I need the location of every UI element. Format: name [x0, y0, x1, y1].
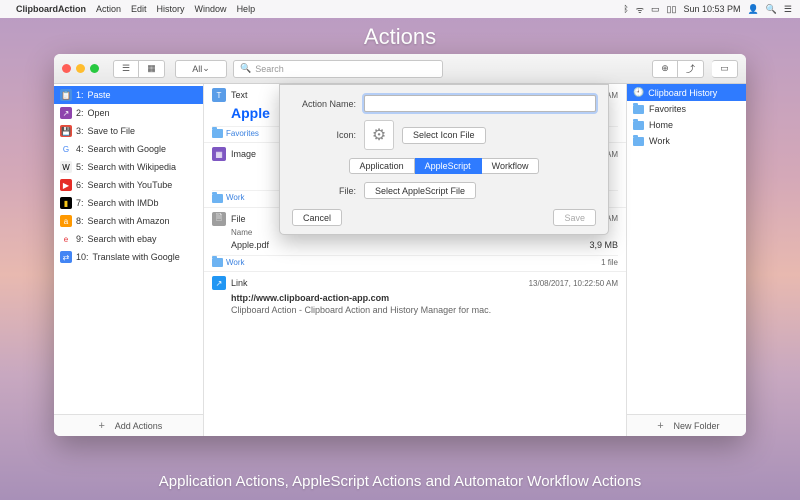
grid-view-icon[interactable]: ▦ [139, 60, 165, 78]
action-icon: 📋 [60, 89, 72, 101]
sidebar-action-item[interactable]: ▮7:Search with IMDb [54, 194, 203, 212]
icon-label: Icon: [292, 130, 356, 140]
app-window: ☰ ▦ All ⌄ 🔍 Search ⊕ ⤴ ▭ 📋1:Paste↗2:Open… [54, 54, 746, 436]
folders-sidebar: 🕘 Clipboard History Favorites Home Work … [626, 84, 746, 436]
filter-dropdown[interactable]: All ⌄ [175, 60, 227, 78]
folder-icon [633, 121, 644, 130]
file-icon: 🗎 [212, 212, 226, 226]
app-name[interactable]: ClipboardAction [16, 4, 86, 14]
battery-icon[interactable]: ▯▯ [667, 4, 677, 15]
action-icon: ⇄ [60, 251, 72, 263]
sidebar-action-item[interactable]: G4:Search with Google [54, 140, 203, 158]
image-icon: ▦ [212, 147, 226, 161]
action-label: Search with ebay [88, 234, 157, 244]
action-icon: 💾 [60, 125, 72, 137]
action-name-label: Action Name: [292, 99, 356, 109]
sidebar-action-item[interactable]: a8:Search with Amazon [54, 212, 203, 230]
wifi-icon[interactable]: ᯤ [636, 3, 644, 16]
folder-home[interactable]: Home [627, 117, 746, 133]
menu-edit[interactable]: Edit [131, 4, 147, 14]
action-label: Search with Google [88, 144, 167, 154]
history-icon: 🕘 [633, 87, 644, 98]
subtitle: Application Actions, AppleScript Actions… [0, 473, 800, 490]
list-view-icon[interactable]: ☰ [113, 60, 139, 78]
sidebar-toggle-icon[interactable]: ▭ [712, 60, 738, 78]
sidebar-action-item[interactable]: 💾3:Save to File [54, 122, 203, 140]
new-folder-button[interactable]: + New Folder [627, 414, 746, 436]
action-icon: W [60, 161, 72, 173]
folder-work[interactable]: Work [627, 133, 746, 149]
hero-title: Actions [0, 24, 800, 50]
clipboard-history-header[interactable]: 🕘 Clipboard History [627, 84, 746, 101]
user-icon[interactable]: 👤 [747, 4, 758, 15]
share-icon[interactable]: ⤴ [678, 60, 704, 78]
zoom-icon[interactable] [90, 64, 99, 73]
action-icon: ▶ [60, 179, 72, 191]
sidebar-action-item[interactable]: 📋1:Paste [54, 86, 203, 104]
action-icon: ▮ [60, 197, 72, 209]
sidebar-action-item[interactable]: W5:Search with Wikipedia [54, 158, 203, 176]
sidebar-action-item[interactable]: ▶6:Search with YouTube [54, 176, 203, 194]
action-icon: G [60, 143, 72, 155]
spotlight-icon[interactable]: 🔍 [766, 4, 777, 15]
history-row-link[interactable]: ↗ Link 13/08/2017, 10:22:50 AM http://ww… [204, 272, 626, 321]
action-label: Search with Wikipedia [88, 162, 177, 172]
folder-favorites[interactable]: Favorites [627, 101, 746, 117]
save-button[interactable]: Save [553, 209, 596, 226]
actions-sidebar: 📋1:Paste↗2:Open💾3:Save to FileG4:Search … [54, 84, 204, 436]
airplay-icon[interactable]: ▭ [651, 4, 660, 15]
folder-icon [633, 105, 644, 114]
plus-icon: + [95, 420, 109, 432]
sidebar-action-item[interactable]: ↗2:Open [54, 104, 203, 122]
action-label: Open [88, 108, 110, 118]
action-label: Search with YouTube [88, 180, 173, 190]
toolbar-btn-a[interactable]: ⊕ [652, 60, 678, 78]
menu-help[interactable]: Help [237, 4, 256, 14]
action-editor-sheet: Action Name: Icon: ⚙ Select Icon File Ap… [279, 84, 609, 235]
close-icon[interactable] [62, 64, 71, 73]
tab-workflow[interactable]: Workflow [482, 158, 540, 174]
menu-action[interactable]: Action [96, 4, 121, 14]
action-label: Search with IMDb [88, 198, 159, 208]
window-titlebar: ☰ ▦ All ⌄ 🔍 Search ⊕ ⤴ ▭ [54, 54, 746, 84]
view-toggle[interactable]: ☰ ▦ [113, 60, 165, 78]
add-actions-button[interactable]: + Add Actions [54, 414, 203, 436]
tab-applescript[interactable]: AppleScript [415, 158, 482, 174]
action-label: Paste [88, 90, 111, 100]
folder-icon [633, 137, 644, 146]
action-label: Search with Amazon [88, 216, 170, 226]
link-icon: ↗ [212, 276, 226, 290]
action-icon: a [60, 215, 72, 227]
select-file-button[interactable]: Select AppleScript File [364, 182, 476, 199]
search-input[interactable]: 🔍 Search [233, 60, 443, 78]
action-icon: ↗ [60, 107, 72, 119]
cancel-button[interactable]: Cancel [292, 209, 342, 226]
plus-icon: + [653, 420, 667, 432]
minimize-icon[interactable] [76, 64, 85, 73]
macos-menubar: ClipboardAction Action Edit History Wind… [0, 0, 800, 18]
notifications-icon[interactable]: ☰ [784, 4, 792, 15]
file-label: File: [292, 186, 356, 196]
clock[interactable]: Sun 10:53 PM [683, 4, 740, 14]
gear-icon: ⚙ [364, 120, 394, 150]
text-icon: T [212, 88, 226, 102]
select-icon-button[interactable]: Select Icon File [402, 127, 486, 144]
action-label: Save to File [88, 126, 136, 136]
menu-history[interactable]: History [157, 4, 185, 14]
action-type-tabs: Application AppleScript Workflow [349, 158, 540, 174]
menu-window[interactable]: Window [195, 4, 227, 14]
bluetooth-icon[interactable]: ᛒ [623, 4, 628, 14]
sidebar-action-item[interactable]: ⇄10:Translate with Google [54, 248, 203, 266]
sidebar-action-item[interactable]: e9:Search with ebay [54, 230, 203, 248]
action-label: Translate with Google [93, 252, 180, 262]
tab-application[interactable]: Application [349, 158, 415, 174]
action-icon: e [60, 233, 72, 245]
action-name-input[interactable] [364, 95, 596, 112]
